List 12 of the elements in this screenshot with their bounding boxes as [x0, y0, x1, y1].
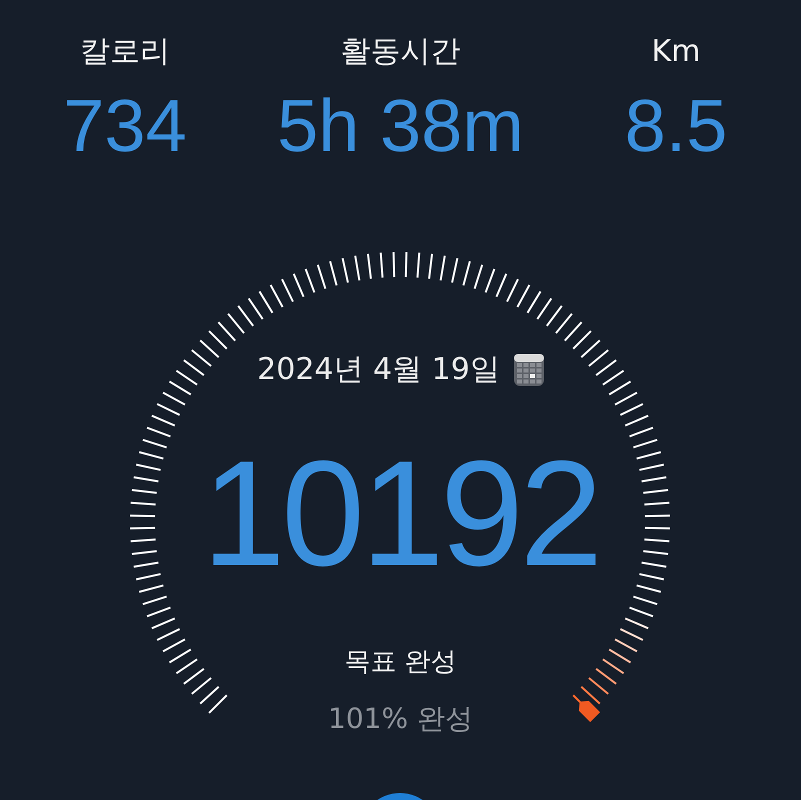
- stat-label: 활동시간: [340, 33, 460, 71]
- progress-text: 101% 완성: [328, 701, 473, 737]
- goal-label: 목표 완성: [344, 646, 457, 679]
- stat-label: 칼로리: [80, 33, 170, 71]
- calendar-icon[interactable]: [514, 354, 544, 386]
- step-count: 10192: [202, 428, 600, 598]
- stat-value: 734: [63, 83, 187, 169]
- stat-value: 5h 38m: [277, 83, 524, 169]
- stat-label: Km: [652, 33, 700, 71]
- gauge-marker-icon: [578, 700, 600, 722]
- stat-value: 8.5: [624, 83, 728, 169]
- date-label: 2024년 4월 19일: [257, 351, 500, 389]
